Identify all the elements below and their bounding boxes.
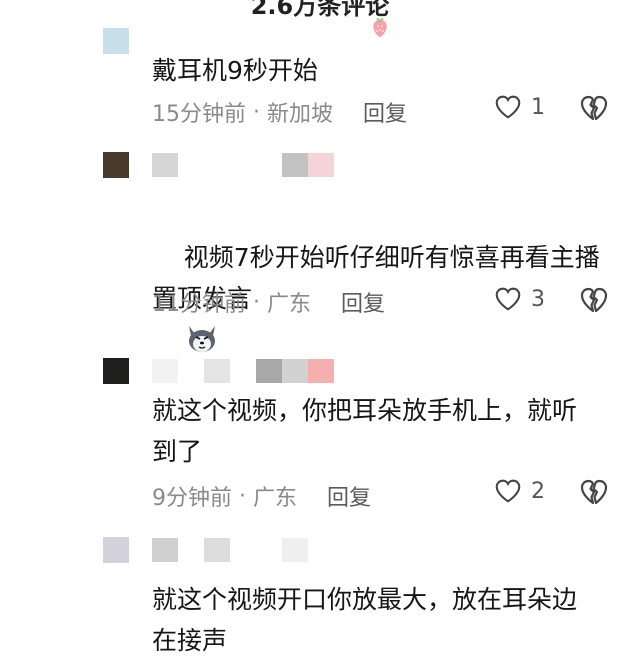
comments-count-title: 2.6万条评论 <box>250 0 390 20</box>
like-count: 3 <box>531 286 545 312</box>
username-blur-block <box>282 538 308 562</box>
meta-separator: · <box>232 483 253 509</box>
username-blur-block <box>204 538 230 562</box>
broken-heart-icon[interactable] <box>578 476 610 508</box>
username-blur-block <box>152 538 178 562</box>
like-count: 1 <box>531 94 545 120</box>
reply-button[interactable]: 回复 <box>341 286 385 318</box>
meta-separator: · <box>246 289 267 315</box>
heart-outline-icon <box>495 287 521 311</box>
username-blurred <box>152 537 308 563</box>
comment-meta: 15分钟前 · 新加坡 回复 <box>152 96 407 128</box>
broken-heart-icon[interactable] <box>578 284 610 316</box>
username-blur-block <box>282 153 308 177</box>
husky-dog-emoji <box>188 326 215 352</box>
reply-button[interactable]: 回复 <box>327 480 371 512</box>
username-blur-block <box>308 153 334 177</box>
comment-time: 9分钟前 <box>152 486 232 511</box>
avatar[interactable] <box>103 537 129 563</box>
strawberry-emoji <box>373 18 387 37</box>
username-blurred <box>152 152 334 178</box>
username-blur-block <box>256 153 282 177</box>
username-blur-block <box>178 538 204 562</box>
reply-button[interactable]: 回复 <box>363 96 407 128</box>
comment-meta: 9分钟前 · 广东 回复 <box>152 480 371 512</box>
username-blur-block <box>230 359 256 383</box>
username-blur-block <box>178 359 204 383</box>
comment-time: 15分钟前 <box>152 102 246 127</box>
heart-outline-icon <box>495 95 521 119</box>
username-blur-block <box>282 359 308 383</box>
username-blur-block <box>256 359 282 383</box>
like-button[interactable]: 3 <box>493 284 545 314</box>
username-blur-block <box>204 359 230 383</box>
username-blur-block <box>230 153 256 177</box>
username-blur-block <box>204 153 230 177</box>
comment-time: 11分钟前 <box>152 292 246 317</box>
username-blur-block <box>230 538 256 562</box>
like-button[interactable]: 2 <box>493 476 545 506</box>
meta-separator: · <box>246 99 267 125</box>
like-button[interactable]: 1 <box>493 92 545 122</box>
username-blur-block <box>256 538 282 562</box>
comment-location: 广东 <box>266 292 311 317</box>
username-blur-block <box>308 359 334 383</box>
avatar[interactable] <box>103 152 129 178</box>
username-blur-block <box>152 153 178 177</box>
username-blur-block <box>152 359 178 383</box>
username-blur-block <box>178 153 204 177</box>
heart-outline-icon <box>495 479 521 503</box>
broken-heart-icon[interactable] <box>578 92 610 124</box>
comment-location: 广东 <box>252 486 297 511</box>
comment-text: 就这个视频开口你放最大，放在耳朵边 在接声 <box>152 585 578 655</box>
avatar[interactable] <box>103 28 129 54</box>
comment-text: 就这个视频，你把耳朵放手机上，就听 到了 <box>152 396 578 466</box>
avatar[interactable] <box>103 358 129 384</box>
like-count: 2 <box>531 478 545 504</box>
comment-location: 新加坡 <box>266 102 333 127</box>
comment-text: 戴耳机9秒开始 <box>152 56 318 85</box>
username-blurred <box>152 358 334 384</box>
comment-meta: 11分钟前 · 广东 回复 <box>152 286 385 318</box>
